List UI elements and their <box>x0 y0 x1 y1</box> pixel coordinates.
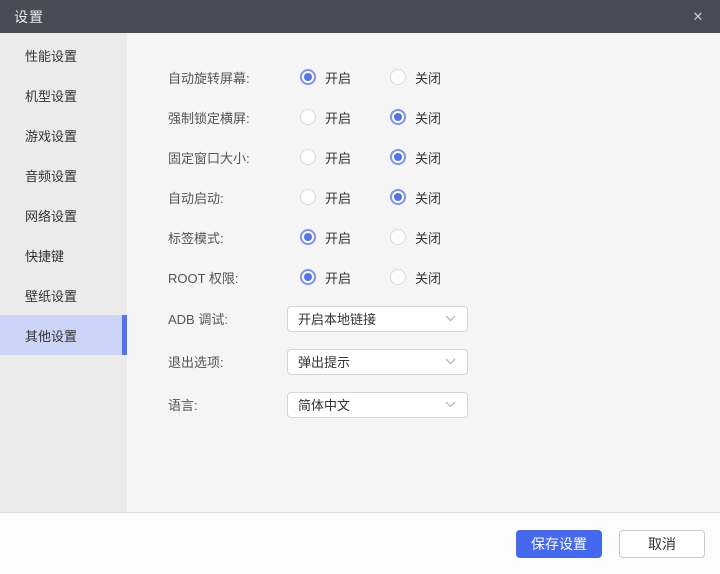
radio-group: 开启 关闭 <box>287 148 441 167</box>
settings-row: 强制锁定横屏: 开启 关闭 <box>168 97 720 137</box>
sidebar-item-label: 快捷键 <box>25 246 64 265</box>
radio-option-label: 开启 <box>325 108 351 127</box>
radio-option-label: 开启 <box>325 228 351 247</box>
radio-icon[interactable] <box>390 69 406 85</box>
row-label: 退出选项: <box>168 352 287 371</box>
radio-icon[interactable] <box>390 109 406 125</box>
save-button[interactable]: 保存设置 <box>516 530 602 558</box>
sidebar-item-7[interactable]: 其他设置 <box>0 315 127 355</box>
radio-icon[interactable] <box>390 229 406 245</box>
sidebar-item-label: 机型设置 <box>25 86 77 105</box>
dropdown-6[interactable]: 开启本地链接 <box>287 306 468 332</box>
cancel-button[interactable]: 取消 <box>619 530 705 558</box>
row-label: 标签模式: <box>168 228 287 247</box>
radio-option-on[interactable]: 开启 <box>300 108 390 127</box>
sidebar-item-label: 音频设置 <box>25 166 77 185</box>
chevron-down-icon <box>445 358 456 365</box>
radio-option-label: 开启 <box>325 68 351 87</box>
radio-option-label: 关闭 <box>415 108 441 127</box>
chevron-down-icon <box>445 401 456 408</box>
sidebar-item-6[interactable]: 壁纸设置 <box>0 275 127 315</box>
sidebar-item-3[interactable]: 音频设置 <box>0 155 127 195</box>
settings-row: 语言: 简体中文 <box>168 383 720 426</box>
close-icon[interactable]: ✕ <box>676 0 720 33</box>
radio-icon[interactable] <box>390 189 406 205</box>
sidebar-item-label: 游戏设置 <box>25 126 77 145</box>
dropdown-7[interactable]: 弹出提示 <box>287 349 468 375</box>
row-label: 自动启动: <box>168 188 287 207</box>
radio-group: 开启 关闭 <box>287 228 441 247</box>
radio-option-label: 开启 <box>325 268 351 287</box>
radio-option-label: 关闭 <box>415 148 441 167</box>
radio-icon[interactable] <box>300 149 316 165</box>
settings-row: 自动启动: 开启 关闭 <box>168 177 720 217</box>
radio-icon[interactable] <box>390 149 406 165</box>
radio-group: 开启 关闭 <box>287 108 441 127</box>
radio-option-off[interactable]: 关闭 <box>390 188 441 207</box>
radio-group: 开启 关闭 <box>287 68 441 87</box>
footer: 保存设置 取消 <box>0 513 720 574</box>
radio-option-on[interactable]: 开启 <box>300 188 390 207</box>
radio-option-label: 开启 <box>325 148 351 167</box>
row-label: ROOT 权限: <box>168 268 287 287</box>
radio-option-on[interactable]: 开启 <box>300 228 390 247</box>
settings-row: ADB 调试: 开启本地链接 <box>168 297 720 340</box>
radio-option-off[interactable]: 关闭 <box>390 68 441 87</box>
dropdown-selected-value: 弹出提示 <box>298 352 350 371</box>
radio-option-label: 关闭 <box>415 68 441 87</box>
radio-option-label: 关闭 <box>415 188 441 207</box>
sidebar-item-label: 壁纸设置 <box>25 286 77 305</box>
radio-group: 开启 关闭 <box>287 268 441 287</box>
radio-icon[interactable] <box>300 69 316 85</box>
radio-option-on[interactable]: 开启 <box>300 68 390 87</box>
sidebar-item-label: 性能设置 <box>25 46 77 65</box>
settings-row: 固定窗口大小: 开启 关闭 <box>168 137 720 177</box>
window-title: 设置 <box>14 7 44 27</box>
radio-option-label: 关闭 <box>415 228 441 247</box>
radio-icon[interactable] <box>300 229 316 245</box>
radio-icon[interactable] <box>390 269 406 285</box>
radio-icon[interactable] <box>300 189 316 205</box>
sidebar-item-0[interactable]: 性能设置 <box>0 35 127 75</box>
settings-row: ROOT 权限: 开启 关闭 <box>168 257 720 297</box>
radio-option-off[interactable]: 关闭 <box>390 268 441 287</box>
sidebar: 性能设置机型设置游戏设置音频设置网络设置快捷键壁纸设置其他设置 <box>0 33 127 512</box>
radio-option-label: 开启 <box>325 188 351 207</box>
dropdown-8[interactable]: 简体中文 <box>287 392 468 418</box>
radio-icon[interactable] <box>300 109 316 125</box>
settings-window: 设置 ✕ 性能设置机型设置游戏设置音频设置网络设置快捷键壁纸设置其他设置 自动旋… <box>0 0 720 574</box>
sidebar-item-5[interactable]: 快捷键 <box>0 235 127 275</box>
radio-option-label: 关闭 <box>415 268 441 287</box>
sidebar-item-label: 其他设置 <box>25 326 77 345</box>
settings-row: 标签模式: 开启 关闭 <box>168 217 720 257</box>
dropdown-selected-value: 开启本地链接 <box>298 309 376 328</box>
sidebar-item-2[interactable]: 游戏设置 <box>0 115 127 155</box>
row-label: ADB 调试: <box>168 309 287 328</box>
sidebar-item-1[interactable]: 机型设置 <box>0 75 127 115</box>
dialog-body: 性能设置机型设置游戏设置音频设置网络设置快捷键壁纸设置其他设置 自动旋转屏幕:开… <box>0 33 720 513</box>
radio-option-on[interactable]: 开启 <box>300 148 390 167</box>
settings-row: 自动旋转屏幕: 开启 关闭 <box>168 57 720 97</box>
radio-option-off[interactable]: 关闭 <box>390 228 441 247</box>
settings-row: 退出选项: 弹出提示 <box>168 340 720 383</box>
settings-panel: 自动旋转屏幕:开启关闭强制锁定横屏:开启关闭固定窗口大小:开启关闭自动启动:开启… <box>127 33 720 512</box>
radio-option-off[interactable]: 关闭 <box>390 148 441 167</box>
dropdown-selected-value: 简体中文 <box>298 395 350 414</box>
sidebar-item-label: 网络设置 <box>25 206 77 225</box>
row-label: 强制锁定横屏: <box>168 108 287 127</box>
radio-icon[interactable] <box>300 269 316 285</box>
sidebar-item-4[interactable]: 网络设置 <box>0 195 127 235</box>
row-label: 固定窗口大小: <box>168 148 287 167</box>
row-label: 语言: <box>168 395 287 414</box>
radio-group: 开启 关闭 <box>287 188 441 207</box>
radio-option-on[interactable]: 开启 <box>300 268 390 287</box>
row-label: 自动旋转屏幕: <box>168 68 287 87</box>
chevron-down-icon <box>445 315 456 322</box>
radio-option-off[interactable]: 关闭 <box>390 108 441 127</box>
titlebar: 设置 ✕ <box>0 0 720 33</box>
